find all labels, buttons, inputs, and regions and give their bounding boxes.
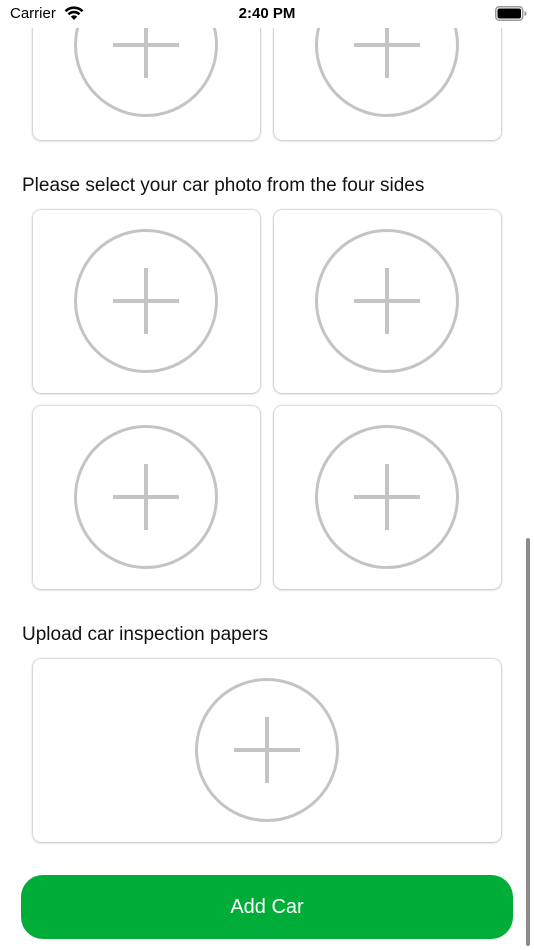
photo-slot-front[interactable] [33, 210, 260, 393]
scroll-indicator[interactable] [526, 538, 530, 946]
status-time: 2:40 PM [238, 5, 296, 22]
four-sides-label: Please select your car photo from the fo… [22, 175, 425, 196]
plus-circle-icon [315, 425, 459, 569]
status-bar: Carrier 2:40 PM [0, 0, 534, 28]
plus-circle-icon [195, 678, 339, 822]
inspection-papers-slot[interactable] [33, 659, 501, 842]
plus-circle-icon [74, 229, 218, 373]
add-car-button[interactable]: Add Car [21, 875, 513, 939]
plus-circle-icon [74, 425, 218, 569]
photo-slot-right[interactable] [274, 406, 501, 589]
photo-slot-back[interactable] [274, 210, 501, 393]
inspection-papers-label: Upload car inspection papers [22, 624, 269, 645]
photo-slot-left[interactable] [33, 406, 260, 589]
plus-circle-icon [315, 229, 459, 373]
add-car-screen: Carrier 2:40 PM Please select your car p… [0, 0, 534, 950]
battery-icon [495, 6, 527, 21]
